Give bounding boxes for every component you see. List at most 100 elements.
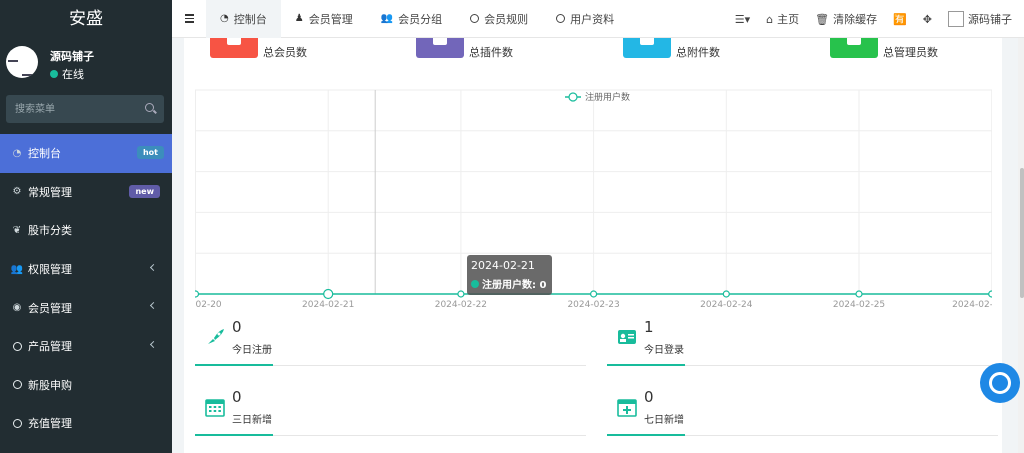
chat-icon [989,372,1011,394]
sidebar-item-label: 常规管理 [28,185,72,199]
stat-label: 总插件数 [469,46,513,59]
stat-icon [623,38,671,58]
x-tick-label: 2024-02-25 [833,300,885,310]
scrollbar-thumb[interactable] [1020,168,1024,298]
chevron-left-icon [149,302,158,310]
menu-badge: hot [136,146,164,159]
sidebar-menu: ◔ 控制台 hot ⚙ 常规管理 new ❦ 股市分类 👥 权限管理 ◉ 会员管理 产品管理 新股申购 充值… [0,134,172,443]
tab[interactable]: 👥 会员分组 [367,0,456,38]
sidebar-item[interactable]: 产品管理 [0,327,172,366]
home-link[interactable]: ⌂ 主页 [758,0,807,38]
sidebar-item[interactable]: 新股申购 [0,366,172,405]
mini-stat: 0 七日新增 [607,386,998,436]
chevron-left-icon [149,263,158,271]
user-name: 源码铺子 [50,50,94,63]
mini-stat-label: 今日登录 [644,345,684,356]
topbar: ◔ 控制台 ♟ 会员管理 👥 会员分组 会员规则 用户资料 ☰▾ ⌂ 主页 🗑 清除缓存 🈶 … [172,0,1024,38]
sidebar-item[interactable]: ◉ 会员管理 [0,288,172,327]
sidebar-item[interactable]: ❦ 股市分类 [0,211,172,250]
tooltip-value: 注册用户数: 0 [471,276,548,291]
rocket-icon [208,329,224,344]
group-icon: 👥 [380,13,394,24]
registration-line-chart: 注册用户数 02-20 2024-02-21 2024-02-22 2024-02-23… [195,89,992,310]
fullscreen-button[interactable]: ✥ [915,0,940,38]
sidebar-item-label: 股市分类 [28,224,72,238]
stat-label: 总会员数 [263,46,307,59]
mini-stat: 0 三日新增 [195,386,586,436]
clear-cache-button[interactable]: 🗑 清除缓存 [807,0,885,38]
trash-icon: 🗑 [815,12,830,26]
data-point [988,290,992,298]
user-icon: ♟ [294,13,304,24]
chevron-left-icon [149,340,158,349]
x-tick-label: 2024-02-21 [302,300,354,310]
user-circle-icon: ◉ [12,302,22,314]
brand-logo[interactable]: 安盛 [0,0,172,38]
mini-stat-underline [607,434,685,436]
sidebar-item-label: 控制台 [28,147,61,161]
mini-stat-label: 今日注册 [232,345,272,356]
sidebar-toggle-icon[interactable] [172,0,206,38]
tab-label: 会员分组 [398,12,443,26]
legend-label: 注册用户数 [585,91,630,103]
topbar-right: ☰▾ ⌂ 主页 🗑 清除缓存 🈶 ✥ 源码铺子 [727,0,1024,38]
x-tick-label: 2024-02-2 [952,300,992,310]
menu-search-input[interactable] [6,95,136,123]
sidebar-item[interactable]: ◔ 控制台 hot [0,134,172,173]
cogs-icon: ⚙ [12,186,22,198]
mini-stat-underline [195,364,273,366]
mini-stat-underline [195,434,273,436]
sidebar-item[interactable]: ⚙ 常规管理 new [0,173,172,212]
circle-icon [11,379,23,391]
sidebar-item[interactable]: 充值管理 [0,404,172,443]
sidebar-item-label: 产品管理 [28,340,72,354]
fullscreen-icon: ✥ [922,12,932,26]
mini-stat: 1 今日登录 [607,316,998,366]
tooltip-date: 2024-02-21 [471,259,535,272]
tooltip-value-label: 注册用户数: 0 [482,280,547,291]
data-point [590,290,598,298]
stat-label: 总附件数 [676,46,720,59]
data-point [323,288,334,300]
tab[interactable]: 用户资料 [542,0,628,38]
legend-marker [568,92,578,102]
tab[interactable]: ♟ 会员管理 [281,0,367,38]
user-status: 在线 [50,66,84,82]
circle-icon [470,14,480,23]
language-button[interactable]: 🈶 [885,0,915,38]
leaf-icon: ❦ [12,224,22,236]
menu-badge: new [129,184,160,198]
circle-icon [11,340,23,352]
calendar-plus-icon [617,399,637,417]
mini-stat-value: 0 [232,388,242,406]
x-tick-label: 02-20 [196,300,222,310]
mini-stat-value: 1 [644,318,654,336]
stat-icon [830,38,878,58]
avatar [6,46,38,78]
dashboard-icon: ◔ [220,13,229,24]
scrollbar[interactable] [1018,38,1024,453]
mini-stat-value: 0 [232,318,242,336]
sidebar-item-label: 会员管理 [28,301,72,315]
tab-label: 会员规则 [484,12,529,26]
circle-icon [556,14,566,23]
tab[interactable]: ◔ 控制台 [206,0,281,38]
user-status-label: 在线 [62,68,84,81]
tab-label: 会员管理 [308,12,353,26]
chat-button[interactable] [980,363,1020,403]
sidebar-item[interactable]: 👥 权限管理 [0,250,172,289]
user-menu[interactable]: 源码铺子 [940,0,1024,38]
stat-icon [210,38,258,58]
home-icon: ⌂ [766,12,774,26]
tab[interactable]: 会员规则 [456,0,542,38]
home-label: 主页 [777,13,800,26]
data-point [722,290,730,298]
tab-bar: ◔ 控制台 ♟ 会员管理 👥 会员分组 会员规则 用户资料 [206,0,628,38]
mini-stat-label: 三日新增 [232,415,272,426]
data-point [457,290,465,298]
more-menu-button[interactable]: ☰▾ [727,0,758,38]
menu-search [6,95,164,123]
language-icon: 🈶 [893,12,907,26]
sidebar-item-label: 权限管理 [28,263,72,277]
search-icon[interactable] [145,103,154,112]
